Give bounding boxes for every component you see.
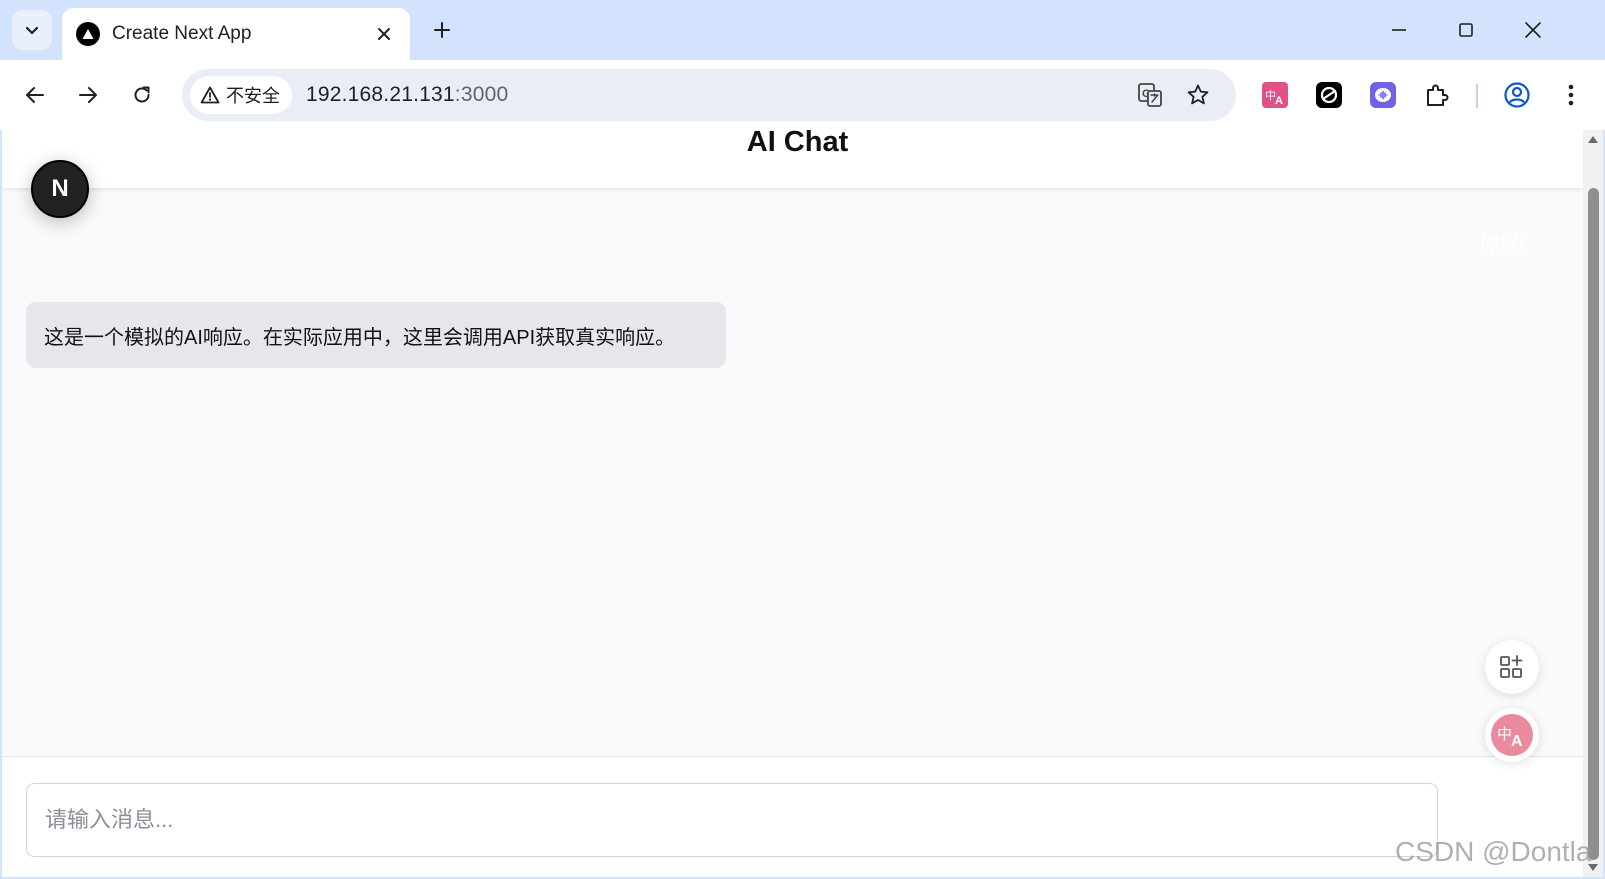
tab-close-button[interactable] (372, 22, 396, 46)
arrow-right-icon (79, 87, 97, 103)
security-chip[interactable]: 不安全 (190, 76, 292, 114)
svg-text:A: A (1275, 95, 1283, 107)
kebab-menu-icon (1568, 84, 1574, 106)
assistant-message: 这是一个模拟的AI响应。在实际应用中，这里会调用API获取真实响应。 (26, 302, 726, 368)
input-area: 发送 (2, 756, 1583, 877)
translate-extension-icon: 中 A (1262, 82, 1288, 108)
profile-button[interactable] (1500, 78, 1534, 112)
new-tab-button[interactable] (426, 14, 458, 46)
back-button[interactable] (15, 75, 55, 115)
puzzle-icon (1427, 84, 1449, 106)
google-translate-icon: G (1138, 83, 1162, 107)
scrollbar-thumb[interactable] (1588, 188, 1599, 860)
scroll-up-icon[interactable] (1587, 134, 1599, 144)
minimize-button[interactable] (1379, 12, 1419, 48)
translate-extension-icon: 中 A (1491, 714, 1533, 756)
plus-icon (434, 22, 450, 38)
tab-strip: Create Next App (0, 0, 1605, 60)
close-icon (1525, 22, 1541, 38)
svg-text:中: 中 (1497, 725, 1512, 743)
forward-button[interactable] (68, 75, 108, 115)
translate-page-button[interactable]: G (1134, 79, 1166, 111)
reload-button[interactable] (122, 75, 162, 115)
audio-extension-icon (1370, 82, 1396, 108)
browser-toolbar: 不安全 192.168.21.131:3000 G 中 A (0, 60, 1605, 130)
profile-icon (1504, 82, 1530, 108)
tab-title: Create Next App (112, 23, 252, 44)
bookmark-button[interactable] (1182, 79, 1214, 111)
warning-icon (200, 86, 220, 104)
page-viewport: AI Chat N 你好! 这是一个模拟的AI响应。在实际应用中，这里会调用AP… (2, 130, 1603, 877)
extension-translate[interactable]: 中 A (1258, 78, 1292, 112)
arrow-left-icon (26, 87, 44, 103)
svg-text:A: A (1511, 733, 1523, 750)
tab-active[interactable]: Create Next App (62, 8, 410, 60)
url-text: 192.168.21.131:3000 (306, 83, 508, 107)
close-window-button[interactable] (1513, 12, 1553, 48)
close-icon (378, 28, 390, 40)
apps-add-icon (1500, 655, 1523, 678)
apps-float-button[interactable] (1485, 640, 1539, 694)
openai-icon (1316, 82, 1342, 108)
menu-button[interactable] (1554, 78, 1588, 112)
star-icon (1187, 84, 1209, 105)
nextjs-dev-badge[interactable]: N (31, 160, 89, 218)
page-title: AI Chat (746, 130, 849, 158)
tab-search-button[interactable] (12, 10, 52, 50)
maximize-button[interactable] (1446, 12, 1486, 48)
scrollbar[interactable] (1583, 130, 1603, 877)
chat-header: AI Chat (2, 130, 1583, 188)
url-host: 192.168.21.131 (306, 83, 455, 106)
minimize-icon (1392, 29, 1406, 31)
watermark: CSDN @Dontla (1395, 836, 1592, 867)
security-label: 不安全 (226, 86, 280, 106)
extensions-button[interactable] (1420, 78, 1454, 112)
nextjs-favicon-icon (76, 22, 100, 46)
translate-float-button[interactable]: 中 A (1485, 708, 1539, 762)
user-message: 你好! (1479, 234, 1525, 256)
reload-icon (134, 86, 150, 103)
extension-audio[interactable] (1366, 78, 1400, 112)
address-bar[interactable]: 不安全 192.168.21.131:3000 G (182, 69, 1236, 121)
message-input[interactable] (26, 783, 1438, 857)
extension-openai[interactable] (1312, 78, 1346, 112)
url-port: :3000 (454, 83, 509, 106)
chevron-down-icon (25, 26, 39, 35)
maximize-icon (1459, 23, 1473, 37)
toolbar-divider (1476, 84, 1478, 108)
